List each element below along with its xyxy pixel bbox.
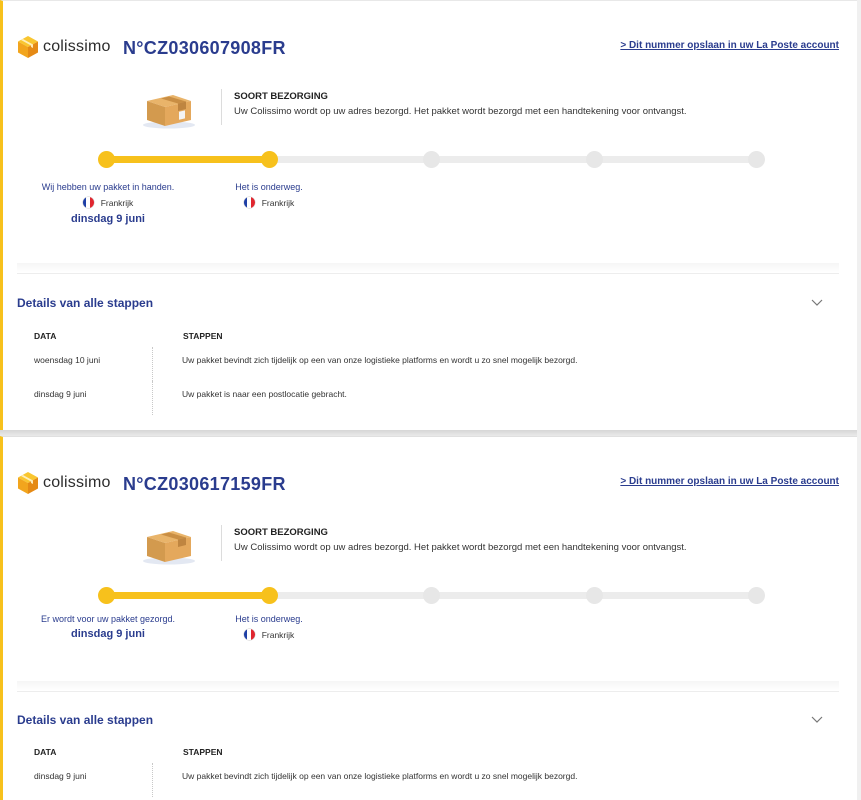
divider — [17, 273, 839, 274]
column-separator — [152, 763, 153, 797]
column-separator — [152, 381, 153, 415]
save-number-link[interactable]: > Dit nummer opslaan in uw La Poste acco… — [620, 476, 839, 487]
delivery-type-title: SOORT BEZORGING — [234, 527, 328, 538]
event-description: Uw pakket bevindt zich tijdelijk op een … — [182, 355, 578, 365]
step-date: dinsdag 9 juni — [71, 628, 145, 640]
details-toggle[interactable]: Details van alle stappen — [17, 713, 153, 727]
date-column-header: DATA — [34, 331, 57, 341]
chevron-down-icon[interactable] — [811, 716, 823, 724]
divider-shadow — [17, 681, 839, 691]
step-1: Wij hebben uw pakket in handen. Frankrij… — [28, 181, 188, 225]
colissimo-logo: colissimo — [17, 35, 111, 59]
step-2: Het is onderweg. Frankrijk — [189, 613, 349, 640]
progress-step-dot — [423, 587, 440, 604]
progress-bar — [98, 150, 765, 170]
country-name: Frankrijk — [261, 197, 295, 208]
delivery-separator — [221, 525, 222, 561]
progress-step-dot — [98, 587, 115, 604]
progress-step-dot — [585, 587, 603, 604]
table-row: dinsdag 9 juni Uw pakket is naar een pos… — [30, 381, 810, 415]
step-country: Frankrijk — [189, 629, 349, 640]
step-country: Frankrijk — [189, 197, 349, 208]
delivery-text: SOORT BEZORGING Uw Colissimo wordt op uw… — [234, 525, 687, 553]
progress-step-dot — [260, 151, 278, 168]
country-name: Frankrijk — [261, 629, 295, 640]
delivery-type-description: Uw Colissimo wordt op uw adres bezorgd. … — [234, 542, 687, 553]
progress-step-dot — [423, 151, 440, 168]
shipment-header: colissimo N°CZ030607908FR > Dit nummer o… — [17, 35, 839, 61]
save-number-link[interactable]: > Dit nummer opslaan in uw La Poste acco… — [620, 40, 839, 51]
column-separator — [152, 347, 153, 381]
steps-column-header: STAPPEN — [183, 747, 223, 757]
delivery-type-title: SOORT BEZORGING — [234, 91, 328, 102]
step-label: Het is onderweg. — [235, 614, 303, 624]
colissimo-box-icon — [18, 472, 38, 494]
parcel-icon — [143, 531, 195, 565]
date-column-header: DATA — [34, 747, 57, 757]
parcel-icon — [143, 95, 195, 129]
table-row: dinsdag 9 juni Uw pakket bevindt zich ti… — [30, 763, 810, 797]
step-date: dinsdag 9 juni — [71, 213, 145, 225]
steps-column-header: STAPPEN — [183, 331, 223, 341]
step-2: Het is onderweg. Frankrijk — [189, 181, 349, 208]
delivery-type: SOORT BEZORGING Uw Colissimo wordt op uw… — [139, 89, 687, 129]
page-edge — [857, 0, 861, 800]
progress-step-dot — [98, 151, 115, 168]
brand-name: colissimo — [43, 38, 111, 55]
france-flag-icon — [243, 629, 255, 640]
step-label: Er wordt voor uw pakket gezorgd. — [40, 614, 176, 624]
tracking-number: N°CZ030617159FR — [123, 474, 286, 494]
divider-shadow — [17, 263, 839, 273]
shipment-header: colissimo N°CZ030617159FR > Dit nummer o… — [17, 471, 839, 497]
event-description: Uw pakket bevindt zich tijdelijk op een … — [182, 771, 578, 781]
delivery-separator — [221, 89, 222, 125]
tracking-page: colissimo N°CZ030607908FR > Dit nummer o… — [0, 0, 861, 800]
progress-bar — [98, 586, 765, 606]
brand-name: colissimo — [43, 474, 111, 491]
progress-step-dot — [748, 587, 765, 604]
france-flag-icon — [82, 197, 94, 208]
delivery-type: SOORT BEZORGING Uw Colissimo wordt op uw… — [139, 525, 687, 565]
step-1: Er wordt voor uw pakket gezorgd. dinsdag… — [28, 613, 188, 640]
event-date: woensdag 10 juni — [34, 355, 101, 365]
shipment-card-2: colissimo N°CZ030617159FR > Dit nummer o… — [0, 436, 857, 800]
country-name: Frankrijk — [100, 197, 134, 208]
table-row: woensdag 10 juni Uw pakket bevindt zich … — [30, 347, 810, 381]
delivery-text: SOORT BEZORGING Uw Colissimo wordt op uw… — [234, 89, 687, 117]
step-label: Wij hebben uw pakket in handen. — [41, 182, 175, 192]
progress-fill — [106, 156, 269, 163]
details-toggle[interactable]: Details van alle stappen — [17, 296, 153, 310]
event-date: dinsdag 9 juni — [34, 389, 87, 399]
colissimo-box-icon — [18, 36, 38, 58]
divider — [17, 691, 839, 692]
delivery-type-description: Uw Colissimo wordt op uw adres bezorgd. … — [234, 106, 687, 117]
progress-step-dot — [748, 151, 765, 168]
step-country: Frankrijk — [28, 197, 188, 208]
france-flag-icon — [243, 197, 255, 208]
progress-step-dot — [585, 151, 603, 168]
event-description: Uw pakket is naar een postlocatie gebrac… — [182, 389, 347, 399]
shipment-card-1: colissimo N°CZ030607908FR > Dit nummer o… — [0, 0, 857, 432]
progress-step-dot — [260, 587, 278, 604]
colissimo-logo: colissimo — [17, 471, 111, 495]
event-date: dinsdag 9 juni — [34, 771, 87, 781]
chevron-down-icon[interactable] — [811, 299, 823, 307]
tracking-number: N°CZ030607908FR — [123, 38, 286, 58]
step-label: Het is onderweg. — [235, 182, 303, 192]
progress-fill — [106, 592, 269, 599]
